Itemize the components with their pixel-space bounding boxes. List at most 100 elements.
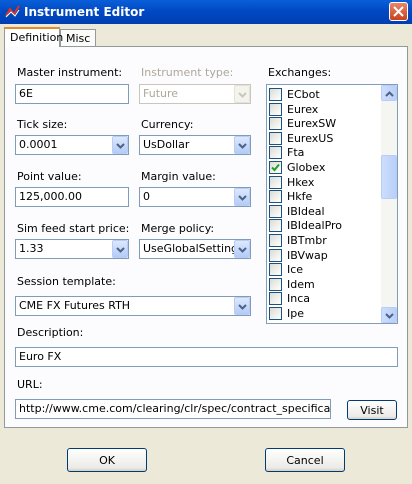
chevron-down-icon	[238, 195, 247, 201]
scroll-up-button[interactable]	[381, 85, 397, 101]
tab-definition-label: Definition	[10, 31, 64, 44]
exchange-checkbox[interactable]	[269, 204, 282, 218]
exchange-item[interactable]: Inca	[269, 291, 381, 307]
chevron-up-icon	[385, 91, 394, 97]
session-template-dropdown-button[interactable]	[234, 297, 250, 315]
exchange-item[interactable]: Eurex	[269, 102, 381, 118]
chevron-down-icon	[385, 313, 394, 319]
margin-value-dropdown-button[interactable]	[234, 188, 250, 206]
exchange-item[interactable]: EurexUS	[269, 131, 381, 147]
ok-button-label: OK	[99, 454, 115, 467]
chevron-down-icon	[238, 92, 247, 98]
exchange-item[interactable]: Ipe	[269, 306, 381, 322]
point-value-input[interactable]: 125,000.00	[15, 187, 129, 207]
exchange-item[interactable]: IBVwap	[269, 248, 381, 264]
instrument-type-dropdown-button	[234, 85, 250, 103]
tick-size-value: 0.0001	[19, 138, 58, 151]
close-icon	[393, 6, 404, 17]
tab-definition[interactable]: Definition	[4, 27, 64, 47]
exchange-item[interactable]: IBIdeal	[269, 204, 381, 220]
instrument-type-value: Future	[143, 87, 179, 100]
description-input[interactable]: Euro FX	[15, 347, 398, 367]
chevron-down-icon	[238, 247, 247, 253]
scroll-thumb[interactable]	[381, 155, 397, 199]
exchange-item-label: Hkex	[287, 175, 315, 189]
exchange-item[interactable]: EurexSW	[269, 116, 381, 132]
checkmark-icon	[271, 163, 280, 172]
sim-feed-start-price-stepper[interactable]: 1.33	[15, 239, 129, 259]
exchange-checkbox[interactable]	[269, 161, 282, 174]
tick-size-label: Tick size:	[17, 118, 68, 131]
margin-value-stepper[interactable]: 0	[139, 187, 251, 207]
exchange-item[interactable]: Ice	[269, 262, 381, 278]
exchange-item[interactable]: Hkex	[269, 175, 381, 191]
app-icon	[5, 5, 20, 18]
chevron-down-icon	[116, 143, 125, 149]
margin-value-label: Margin value:	[141, 170, 216, 183]
exchange-checkbox[interactable]	[269, 102, 282, 116]
exchange-item-label: Fta	[287, 146, 305, 160]
currency-select[interactable]: UsDollar	[139, 135, 251, 155]
merge-policy-select[interactable]: UseGlobalSettings	[139, 239, 251, 259]
cancel-button-label: Cancel	[286, 454, 324, 467]
window-title: Instrument Editor	[24, 5, 145, 19]
currency-dropdown-button[interactable]	[234, 136, 250, 154]
tick-size-select[interactable]: 0.0001	[15, 135, 129, 155]
exchange-checkbox[interactable]	[269, 146, 282, 160]
exchange-checkbox[interactable]	[269, 175, 282, 189]
description-label: Description:	[17, 326, 84, 339]
exchange-checkbox[interactable]	[269, 307, 282, 320]
ok-button[interactable]: OK	[67, 448, 147, 472]
url-label: URL:	[17, 378, 43, 391]
exchange-checkbox[interactable]	[269, 234, 282, 247]
exchange-checkbox[interactable]	[269, 190, 282, 204]
exchange-item-label: ECbot	[287, 88, 320, 101]
close-button[interactable]	[389, 2, 408, 21]
tab-misc[interactable]: Misc	[60, 29, 96, 47]
chevron-down-icon	[238, 143, 247, 149]
exchange-item-label: IBVwap	[287, 248, 328, 262]
exchange-item-label: Globex	[287, 161, 326, 174]
chevron-down-icon	[116, 247, 125, 253]
merge-policy-value: UseGlobalSettings	[143, 242, 244, 255]
exchange-checkbox[interactable]	[269, 292, 282, 306]
exchange-checkbox[interactable]	[269, 263, 282, 277]
exchange-checkbox[interactable]	[269, 117, 282, 131]
sim-feed-start-price-label: Sim feed start price:	[17, 222, 130, 235]
cancel-button[interactable]: Cancel	[265, 448, 345, 472]
exchanges-list[interactable]: ECbot Eurex EurexSW EurexUS Fta Globex Hkex Hkf…	[266, 84, 398, 324]
exchange-item[interactable]: Hkfe	[269, 189, 381, 205]
point-value-label: Point value:	[17, 170, 82, 183]
exchange-checkbox[interactable]	[269, 219, 282, 233]
exchange-checkbox[interactable]	[269, 248, 282, 262]
currency-value: UsDollar	[143, 138, 190, 151]
exchange-item[interactable]: Idem	[269, 277, 381, 293]
sim-feed-start-price-dropdown-button[interactable]	[112, 240, 128, 258]
exchange-item[interactable]: IBTmbr	[269, 233, 381, 249]
session-template-select[interactable]: CME FX Futures RTH	[15, 296, 251, 316]
master-instrument-input[interactable]: 6E	[15, 84, 129, 104]
visit-button[interactable]: Visit	[347, 400, 397, 420]
exchange-item-label: IBIdealPro	[287, 219, 343, 233]
margin-value-value: 0	[143, 190, 150, 203]
url-input[interactable]: http://www.cme.com/clearing/clr/spec/con…	[15, 399, 331, 419]
exchange-checkbox[interactable]	[269, 277, 282, 291]
exchange-item-label: Ice	[287, 263, 304, 277]
merge-policy-dropdown-button[interactable]	[234, 240, 250, 258]
tick-size-dropdown-button[interactable]	[112, 136, 128, 154]
session-template-label: Session template:	[17, 275, 116, 288]
exchange-item[interactable]: IBIdealPro	[269, 218, 381, 234]
exchange-checkbox[interactable]	[269, 131, 282, 145]
session-template-value: CME FX Futures RTH	[19, 299, 131, 312]
exchange-item-label: IBIdeal	[287, 204, 325, 218]
title-bar[interactable]: Instrument Editor	[0, 0, 412, 24]
scroll-down-button[interactable]	[381, 307, 397, 323]
exchange-checkbox[interactable]	[269, 88, 282, 101]
exchanges-scrollbar[interactable]	[381, 85, 397, 323]
exchange-item[interactable]: ECbot	[269, 87, 381, 103]
exchange-item-label: Hkfe	[287, 190, 313, 204]
visit-button-label: Visit	[360, 404, 384, 417]
exchange-item[interactable]: Fta	[269, 145, 381, 161]
exchange-item[interactable]: Globex	[269, 160, 381, 176]
master-instrument-label: Master instrument:	[17, 66, 123, 79]
